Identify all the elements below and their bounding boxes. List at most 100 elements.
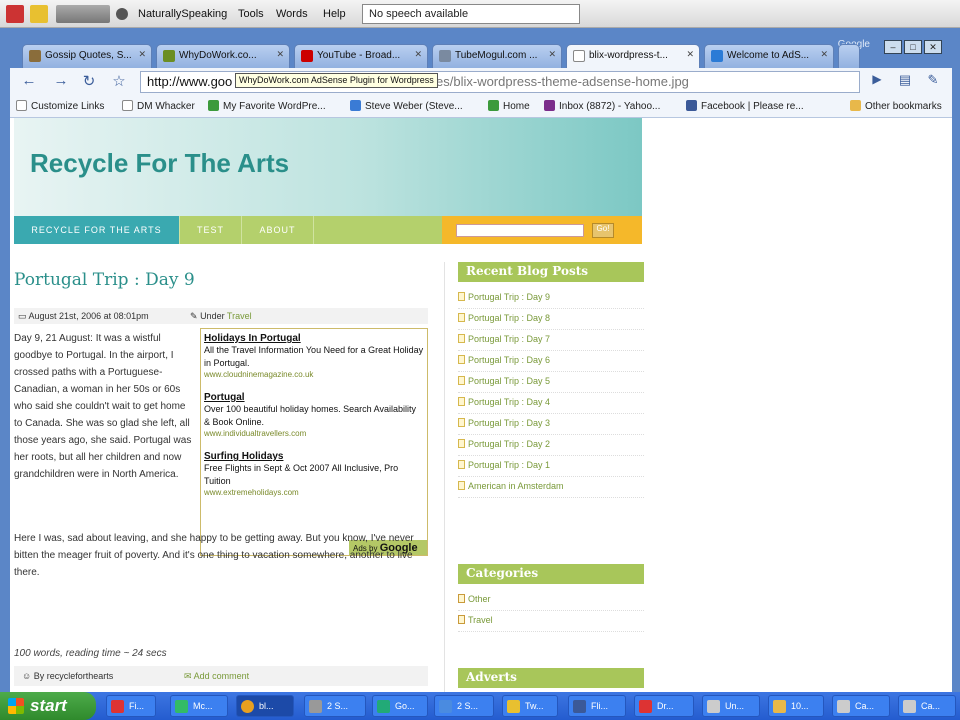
bookmark-wordpress[interactable]: My Favorite WordPre... [208,100,326,112]
recent-post-item[interactable]: Portugal Trip : Day 8 [458,309,644,330]
wrench-icon[interactable]: ✎ [922,72,944,88]
taskbar-item[interactable]: bl... [236,695,294,717]
ad-url[interactable]: www.cloudninemagazine.co.uk [204,370,424,379]
recent-post-item[interactable]: Portugal Trip : Day 7 [458,330,644,351]
bookmark-customize-links[interactable]: Customize Links [16,100,104,112]
post-paragraph-1: Day 9, 21 August: It was a wistful goodb… [14,333,192,480]
post-category-link[interactable]: Travel [227,311,252,321]
taskbar-item[interactable]: Mc... [170,695,228,717]
recent-post-link[interactable]: Portugal Trip : Day 7 [468,334,550,344]
browser-window: Google –□✕ Gossip Quotes, S... ✕ WhyDoWo… [0,28,960,692]
ad-title[interactable]: Holidays In Portugal [204,333,424,344]
page-icon [458,334,465,343]
menu-tools[interactable]: Tools [238,8,264,20]
tab-close-icon[interactable]: ✕ [276,49,284,60]
taskbar-item[interactable]: Fi... [106,695,156,717]
ad-item[interactable]: Surfing Holidays Free Flights in Sept & … [204,451,424,497]
nav-test[interactable]: TEST [180,216,242,244]
category-item[interactable]: Travel [458,611,644,632]
recent-post-item[interactable]: Portugal Trip : Day 1 [458,456,644,477]
taskbar-item[interactable]: Tw... [502,695,558,717]
add-comment-link[interactable]: ✉ Add comment [184,671,249,682]
bookmark-steve-weber[interactable]: Steve Weber (Steve... [350,100,463,112]
taskbar-item[interactable]: Ca... [832,695,890,717]
recent-post-link[interactable]: Portugal Trip : Day 3 [468,418,550,428]
recent-post-link[interactable]: American in Amsterdam [468,481,564,491]
recent-post-link[interactable]: Portugal Trip : Day 9 [468,292,550,302]
tab-blix-wordpress[interactable]: blix-wordpress-t... ✕ [566,44,700,68]
tab-close-icon[interactable]: ✕ [138,49,146,60]
ns-app-icon[interactable] [6,5,24,23]
bookmark-star-icon[interactable]: ☆ [108,72,130,90]
ad-title[interactable]: Portugal [204,392,424,403]
bookmark-home[interactable]: Home [488,100,530,112]
tab-tubemogul[interactable]: TubeMogul.com ... ✕ [432,44,562,68]
recent-post-item[interactable]: Portugal Trip : Day 6 [458,351,644,372]
bookmark-facebook[interactable]: Facebook | Please re... [686,100,804,112]
recent-post-link[interactable]: Portugal Trip : Day 8 [468,313,550,323]
post-title[interactable]: Portugal Trip : Day 9 [14,270,195,290]
tab-close-icon[interactable]: ✕ [414,49,422,60]
recent-post-link[interactable]: Portugal Trip : Day 5 [468,376,550,386]
tab-close-icon[interactable]: ✕ [820,49,828,60]
forward-arrow-icon[interactable]: → [50,72,72,89]
new-tab-button[interactable] [838,44,860,68]
recent-post-item[interactable]: Portugal Trip : Day 5 [458,372,644,393]
menu-words[interactable]: Words [276,8,308,20]
microphone-level-icon[interactable] [56,5,110,23]
start-button[interactable]: start [0,692,96,720]
ad-url[interactable]: www.individualtravellers.com [204,429,424,438]
ad-title[interactable]: Surfing Holidays [204,451,424,462]
taskbar-item[interactable]: 2 S... [434,695,494,717]
taskbar-item[interactable]: Un... [702,695,760,717]
nav-recycle-for-the-arts[interactable]: RECYCLE FOR THE ARTS [14,216,180,244]
taskbar-item[interactable]: Dr... [634,695,694,717]
back-arrow-icon[interactable]: ← [18,72,40,89]
category-link[interactable]: Other [468,594,491,604]
recent-post-link[interactable]: Portugal Trip : Day 1 [468,460,550,470]
page-menu-icon[interactable]: ▤ [894,72,916,88]
microphone-icon[interactable] [116,8,128,20]
bookmark-other[interactable]: Other bookmarks [850,100,942,112]
tab-close-icon[interactable]: ✕ [548,49,556,60]
site-title[interactable]: Recycle For The Arts [30,148,289,179]
folder-icon [773,700,786,713]
recent-post-link[interactable]: Portugal Trip : Day 2 [468,439,550,449]
ns-options-icon[interactable] [30,5,48,23]
site-search-button[interactable]: Go! [592,223,614,238]
category-item[interactable]: Other [458,590,644,611]
maximize-button[interactable]: □ [904,40,922,54]
taskbar-item[interactable]: 2 S... [304,695,366,717]
site-search-input[interactable] [456,224,584,237]
ad-url[interactable]: www.extremeholidays.com [204,488,424,497]
reload-icon[interactable]: ↻ [78,72,100,90]
recent-post-item[interactable]: Portugal Trip : Day 2 [458,435,644,456]
menu-help[interactable]: Help [323,8,346,20]
recent-post-link[interactable]: Portugal Trip : Day 6 [468,355,550,365]
tab-youtube[interactable]: YouTube - Broad... ✕ [294,44,428,68]
bookmark-dm-whacker[interactable]: DM Whacker [122,100,195,112]
close-window-button[interactable]: ✕ [924,40,942,54]
recent-post-item[interactable]: Portugal Trip : Day 4 [458,393,644,414]
taskbar-item[interactable]: Ca... [898,695,956,717]
nav-about[interactable]: ABOUT [242,216,314,244]
recent-post-item[interactable]: Portugal Trip : Day 9 [458,288,644,309]
bookmark-yahoo-inbox[interactable]: Inbox (8872) - Yahoo... [544,100,660,112]
recent-post-link[interactable]: Portugal Trip : Day 4 [468,397,550,407]
taskbar-item[interactable]: 10... [768,695,824,717]
taskbar-item[interactable]: Fli... [568,695,626,717]
ad-item[interactable]: Portugal Over 100 beautiful holiday home… [204,392,424,438]
menu-naturallyspeaking[interactable]: NaturallySpeaking [138,8,227,20]
page-icon [122,100,133,111]
taskbar-item[interactable]: Go... [372,695,428,717]
category-link[interactable]: Travel [468,615,493,625]
recent-post-item[interactable]: Portugal Trip : Day 3 [458,414,644,435]
tab-whydowork[interactable]: WhyDoWork.co... ✕ [156,44,290,68]
ad-item[interactable]: Holidays In Portugal All the Travel Info… [204,333,424,379]
tab-adsense[interactable]: Welcome to AdS... ✕ [704,44,834,68]
recent-post-item[interactable]: American in Amsterdam [458,477,644,498]
minimize-button[interactable]: – [884,40,902,54]
tab-close-icon[interactable]: ✕ [686,49,694,60]
go-arrow-icon[interactable]: ▶ [866,72,888,86]
tab-gossip-quotes[interactable]: Gossip Quotes, S... ✕ [22,44,152,68]
